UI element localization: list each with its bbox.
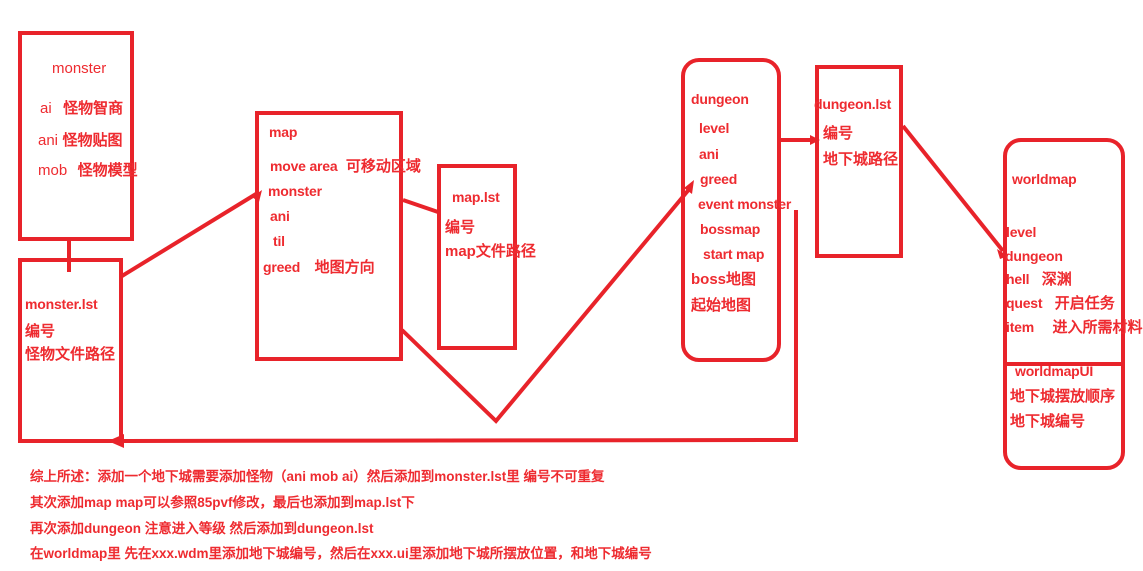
box-monster-field-2-note: 怪物模型 xyxy=(77,162,138,179)
box-monster-field-0-note: 怪物智商 xyxy=(63,100,124,117)
box-dungeon-field-7: 起始地图 xyxy=(691,297,752,314)
box-worldmap-field-4-key: item xyxy=(1006,319,1034,335)
box-monster-lst-field-0: 编号 xyxy=(25,323,56,340)
box-map-field-2: ani xyxy=(270,208,290,224)
footnote-0: 综上所述：添加一个地下城需要添加怪物（ani mob ai）然后添加到monst… xyxy=(30,469,605,484)
box-worldmap-field-1: dungeon xyxy=(1005,248,1063,264)
box-worldmap-field-2-key: hell xyxy=(1006,271,1030,287)
box-monster-lst-title: monster.lst xyxy=(25,296,98,312)
box-monster-field-2-key: mob xyxy=(38,162,68,179)
connector-lines xyxy=(67,124,1008,448)
box-map-title: map xyxy=(269,124,298,140)
box-worldmap-title: worldmap xyxy=(1012,171,1077,187)
box-monster-title: monster xyxy=(52,60,107,77)
box-dungeon-lst-field-1: 地下城路径 xyxy=(823,151,899,168)
box-dungeon-field-0: level xyxy=(699,120,730,136)
box-map-field-0: move area 可移动区域 xyxy=(270,159,421,175)
box-monster-field-2: mob 怪物模型 xyxy=(38,163,138,179)
box-monster-field-0: ai 怪物智商 xyxy=(40,101,123,117)
box-dungeon-lst-title: dungeon.lst xyxy=(814,96,892,112)
box-worldmap-field-4: item 进入所需材料 xyxy=(1006,320,1142,336)
box-map-field-3: til xyxy=(273,233,285,249)
box-dungeon-lst-field-0: 编号 xyxy=(823,125,854,142)
connector-map-to-maplst xyxy=(402,198,439,214)
connector-dungeonlst-to-worldmap xyxy=(901,124,1005,253)
box-dungeon-field-4: bossmap xyxy=(700,221,761,237)
box-map-field-0-key: move area xyxy=(270,158,338,174)
box-map-field-4-key: greed xyxy=(263,259,301,275)
box-worldmap-field-3-key: quest xyxy=(1006,295,1043,311)
box-dungeon-title: dungeon xyxy=(691,91,749,107)
box-worldmap-field-2: hell 深渊 xyxy=(1006,272,1072,288)
connector-monsterlst-to-map xyxy=(120,192,258,278)
box-dungeon-field-6: boss地图 xyxy=(691,271,757,288)
box-monster-field-0-key: ai xyxy=(40,100,52,117)
box-monster-field-1: ani 怪物贴图 xyxy=(38,133,123,149)
box-worldmap-field-2-note: 深渊 xyxy=(1041,271,1072,288)
box-dungeon-field-5: start map xyxy=(703,246,765,262)
box-worldmap-sub-title: worldmapUI xyxy=(1015,363,1094,379)
box-map-field-1: monster xyxy=(268,183,322,199)
box-dungeon-field-2: greed xyxy=(700,171,738,187)
footnote-1: 其次添加map map可以参照85pvf修改，最后也添加到map.lst下 xyxy=(30,495,415,510)
box-dungeon-field-1: ani xyxy=(699,146,719,162)
box-worldmap-field-4-note: 进入所需材料 xyxy=(1052,319,1143,336)
box-dungeon-field-3: event monster xyxy=(698,196,792,212)
diagram-canvas: monster ai 怪物智商 ani 怪物贴图 mob 怪物模型 monste… xyxy=(0,0,1143,571)
box-worldmap-field-0: level xyxy=(1006,224,1037,240)
box-map-field-4: greed 地图方向 xyxy=(263,260,375,276)
footnote-3: 在worldmap里 先在xxx.wdm里添加地下城编号，然后在xxx.ui里添… xyxy=(30,546,652,561)
box-worldmap-sub-field-0: 地下城摆放顺序 xyxy=(1010,388,1116,405)
box-map-lst-field-0: 编号 xyxy=(445,219,476,236)
box-map-field-0-note: 可移动区域 xyxy=(345,158,421,175)
box-monster-field-1-key: ani xyxy=(38,132,59,149)
box-monster-lst-field-1: 怪物文件路径 xyxy=(25,346,116,363)
box-map-lst-title: map.lst xyxy=(452,189,500,205)
box-worldmap-sub-field-1: 地下城编号 xyxy=(1010,413,1086,430)
box-worldmap-field-3: quest 开启任务 xyxy=(1006,296,1115,312)
footnote-2: 再次添加dungeon 注意进入等级 然后添加到dungeon.lst xyxy=(30,521,374,536)
box-monster-field-1-note: 怪物贴图 xyxy=(62,132,123,149)
box-map-field-4-note: 地图方向 xyxy=(314,259,375,276)
box-map-lst-field-1: map文件路径 xyxy=(445,243,536,260)
box-worldmap-field-3-note: 开启任务 xyxy=(1054,295,1115,312)
